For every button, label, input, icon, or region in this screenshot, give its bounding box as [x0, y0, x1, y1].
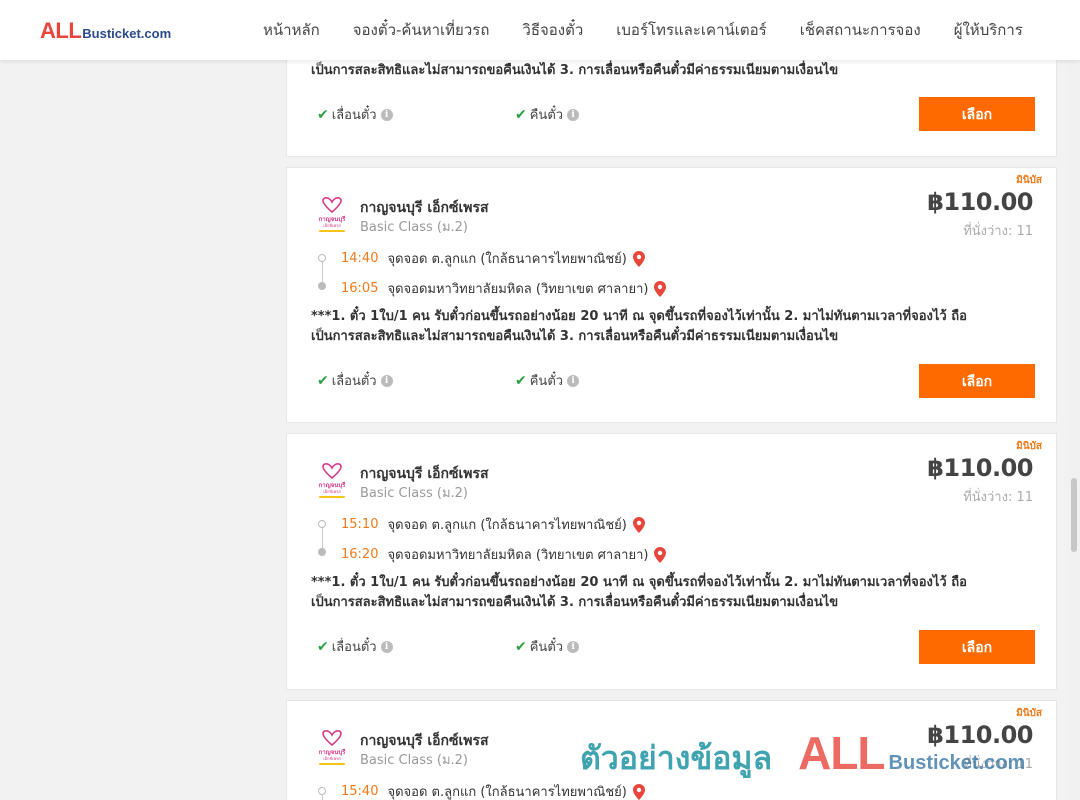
policy-line-2: เป็นการสละสิทธิและไม่สามารถขอคืนเงินได้ … — [311, 595, 839, 610]
site-logo[interactable]: ALL Busticket.com — [40, 18, 171, 44]
ticket-price: ฿110.00 — [927, 188, 1033, 216]
svg-text:เอ็กซ์เพรส: เอ็กซ์เพรส — [323, 222, 341, 228]
seats-available: ที่นั่งว่าง: 11 — [963, 757, 1033, 772]
feature-refund-label: คืนตั๋ว — [529, 640, 564, 655]
map-pin-icon[interactable] — [654, 280, 667, 297]
info-icon[interactable]: i — [567, 640, 580, 653]
departure-place: จุดจอด ต.ลูกแก (ใกล้ธนาคารไทยพาณิชย์) — [387, 518, 627, 533]
bus-class: Basic Class (ม.2) — [360, 486, 468, 501]
nav-how-to-book[interactable]: วิธีจองตั๋ว — [522, 18, 583, 42]
info-icon[interactable]: i — [380, 108, 393, 121]
bus-class: Basic Class (ม.2) — [360, 220, 468, 235]
ticket-price: ฿110.00 — [927, 721, 1033, 749]
departure-time: 15:40 — [341, 784, 379, 799]
vehicle-type-tag: มินิบัส — [1016, 441, 1042, 452]
feature-change-ticket: ✔ เลื่อนตั๋ว i — [317, 636, 393, 657]
arrival-place: จุดจอดมหาวิทยาลัยมหิดล (วิทยาเขต ศาลายา) — [387, 548, 649, 563]
arrival-time: 16:20 — [341, 547, 379, 562]
departure-time: 14:40 — [341, 251, 379, 266]
departure-stop: 15:10 จุดจอด ต.ลูกแก (ใกล้ธนาคารไทยพาณิช… — [341, 514, 645, 535]
nav-book-search[interactable]: จองตั๋ว-ค้นหาเที่ยวรถ — [353, 18, 490, 42]
info-icon[interactable]: i — [380, 374, 393, 387]
check-icon: ✔ — [515, 638, 527, 655]
trip-card: มินิบัส กาญจนบุรี เอ็กซ์เพรส กาญจนบุรี เ… — [286, 700, 1057, 800]
nav-phone-counter[interactable]: เบอร์โทรและเคาน์เตอร์ — [616, 18, 766, 42]
check-icon: ✔ — [515, 372, 527, 389]
select-button[interactable]: เลือก — [919, 364, 1035, 398]
route-timeline — [318, 787, 326, 800]
vehicle-type-tag: มินิบัส — [1016, 175, 1042, 186]
site-header: ALL Busticket.com หน้าหลัก จองตั๋ว-ค้นหา… — [0, 0, 1080, 60]
trip-card: มินิบัส กาญจนบุรี เอ็กซ์เพรส กาญจนบุรี เ… — [286, 167, 1057, 423]
page-scrollbar[interactable] — [1068, 60, 1080, 800]
feature-change-label: เลื่อนตั๋ว — [331, 108, 377, 123]
departure-time: 15:10 — [341, 517, 379, 532]
route-timeline — [318, 520, 326, 556]
check-icon: ✔ — [317, 106, 329, 123]
policy-line-2: เป็นการสละสิทธิและไม่สามารถขอคืนเงินได้ … — [311, 329, 839, 344]
map-pin-icon[interactable] — [632, 516, 645, 533]
logo-all-text: ALL — [40, 18, 82, 43]
check-icon: ✔ — [515, 106, 527, 123]
feature-change-label: เลื่อนตั๋ว — [331, 374, 377, 389]
departure-place: จุดจอด ต.ลูกแก (ใกล้ธนาคารไทยพาณิชย์) — [387, 785, 627, 800]
seats-available: ที่นั่งว่าง: 11 — [963, 224, 1033, 239]
nav-operators[interactable]: ผู้ให้บริการ — [954, 18, 1023, 42]
feature-refund-ticket: ✔ คืนตั๋ว i — [515, 370, 580, 391]
check-icon: ✔ — [317, 638, 329, 655]
map-pin-icon[interactable] — [654, 546, 667, 563]
feature-refund-ticket: ✔ คืนตั๋ว i — [515, 104, 580, 125]
svg-text:เอ็กซ์เพรส: เอ็กซ์เพรส — [323, 488, 341, 494]
departure-stop: 15:40 จุดจอด ต.ลูกแก (ใกล้ธนาคารไทยพาณิช… — [341, 781, 645, 800]
vehicle-type-tag: มินิบัส — [1016, 708, 1042, 719]
svg-text:กาญจนบุรี: กาญจนบุรี — [319, 481, 347, 489]
arrival-time: 16:05 — [341, 281, 379, 296]
feature-change-label: เลื่อนตั๋ว — [331, 640, 377, 655]
svg-text:เอ็กซ์เพรส: เอ็กซ์เพรส — [323, 755, 341, 761]
seats-available: ที่นั่งว่าง: 11 — [963, 490, 1033, 505]
policy-line-1: ***1. ตั๋ว 1ใบ/1 คน รับตั๋วก่อนขึ้นรถอย่… — [311, 309, 967, 324]
select-button[interactable]: เลือก — [919, 97, 1035, 131]
departure-place: จุดจอด ต.ลูกแก (ใกล้ธนาคารไทยพาณิชย์) — [387, 252, 627, 267]
policy-line-1: ***1. ตั๋ว 1ใบ/1 คน รับตั๋วก่อนขึ้นรถอย่… — [311, 575, 967, 590]
feature-refund-ticket: ✔ คืนตั๋ว i — [515, 636, 580, 657]
map-pin-icon[interactable] — [632, 250, 645, 267]
arrival-place: จุดจอดมหาวิทยาลัยมหิดล (วิทยาเขต ศาลายา) — [387, 282, 649, 297]
bus-class: Basic Class (ม.2) — [360, 753, 468, 768]
select-button[interactable]: เลือก — [919, 630, 1035, 664]
check-icon: ✔ — [317, 372, 329, 389]
arrival-stop: 16:05 จุดจอดมหาวิทยาลัยมหิดล (วิทยาเขต ศ… — [341, 278, 667, 299]
trip-card: มินิบัส กาญจนบุรี เอ็กซ์เพรส กาญจนบุรี เ… — [286, 433, 1057, 690]
policy-text: ***1. ตั๋ว 1ใบ/1 คน รับตั๋วก่อนขึ้นรถอย่… — [311, 307, 1031, 347]
operator-logo-icon: กาญจนบุรี เอ็กซ์เพรส — [319, 463, 347, 498]
route-timeline — [318, 254, 326, 290]
departure-stop: 14:40 จุดจอด ต.ลูกแก (ใกล้ธนาคารไทยพาณิช… — [341, 248, 645, 269]
arrival-stop: 16:20 จุดจอดมหาวิทยาลัยมหิดล (วิทยาเขต ศ… — [341, 544, 667, 565]
feature-refund-label: คืนตั๋ว — [529, 374, 564, 389]
scrollbar-thumb[interactable] — [1071, 478, 1077, 552]
info-icon[interactable]: i — [567, 108, 580, 121]
logo-domain-text: Busticket.com — [82, 26, 172, 41]
nav-booking-status[interactable]: เช็คสถานะการจอง — [800, 18, 921, 42]
ticket-price: ฿110.00 — [927, 454, 1033, 482]
policy-text: ***1. ตั๋ว 1ใบ/1 คน รับตั๋วก่อนขึ้นรถอย่… — [311, 573, 1031, 613]
policy-line-2: เป็นการสละสิทธิและไม่สามารถขอคืนเงินได้ … — [311, 63, 839, 78]
operator-logo-icon: กาญจนบุรี เอ็กซ์เพรส — [319, 197, 347, 232]
info-icon[interactable]: i — [380, 640, 393, 653]
svg-text:กาญจนบุรี: กาญจนบุรี — [319, 748, 347, 756]
policy-text: เป็นการสละสิทธิและไม่สามารถขอคืนเงินได้ … — [311, 61, 1031, 81]
map-pin-icon[interactable] — [632, 783, 645, 800]
feature-change-ticket: ✔ เลื่อนตั๋ว i — [317, 104, 393, 125]
operator-logo-icon: กาญจนบุรี เอ็กซ์เพรส — [319, 730, 347, 765]
feature-change-ticket: ✔ เลื่อนตั๋ว i — [317, 370, 393, 391]
main-nav: หน้าหลัก จองตั๋ว-ค้นหาเที่ยวรถ วิธีจองตั… — [263, 0, 1023, 60]
svg-text:กาญจนบุรี: กาญจนบุรี — [319, 215, 347, 223]
nav-home[interactable]: หน้าหลัก — [263, 18, 320, 42]
feature-refund-label: คืนตั๋ว — [529, 108, 564, 123]
info-icon[interactable]: i — [567, 374, 580, 387]
